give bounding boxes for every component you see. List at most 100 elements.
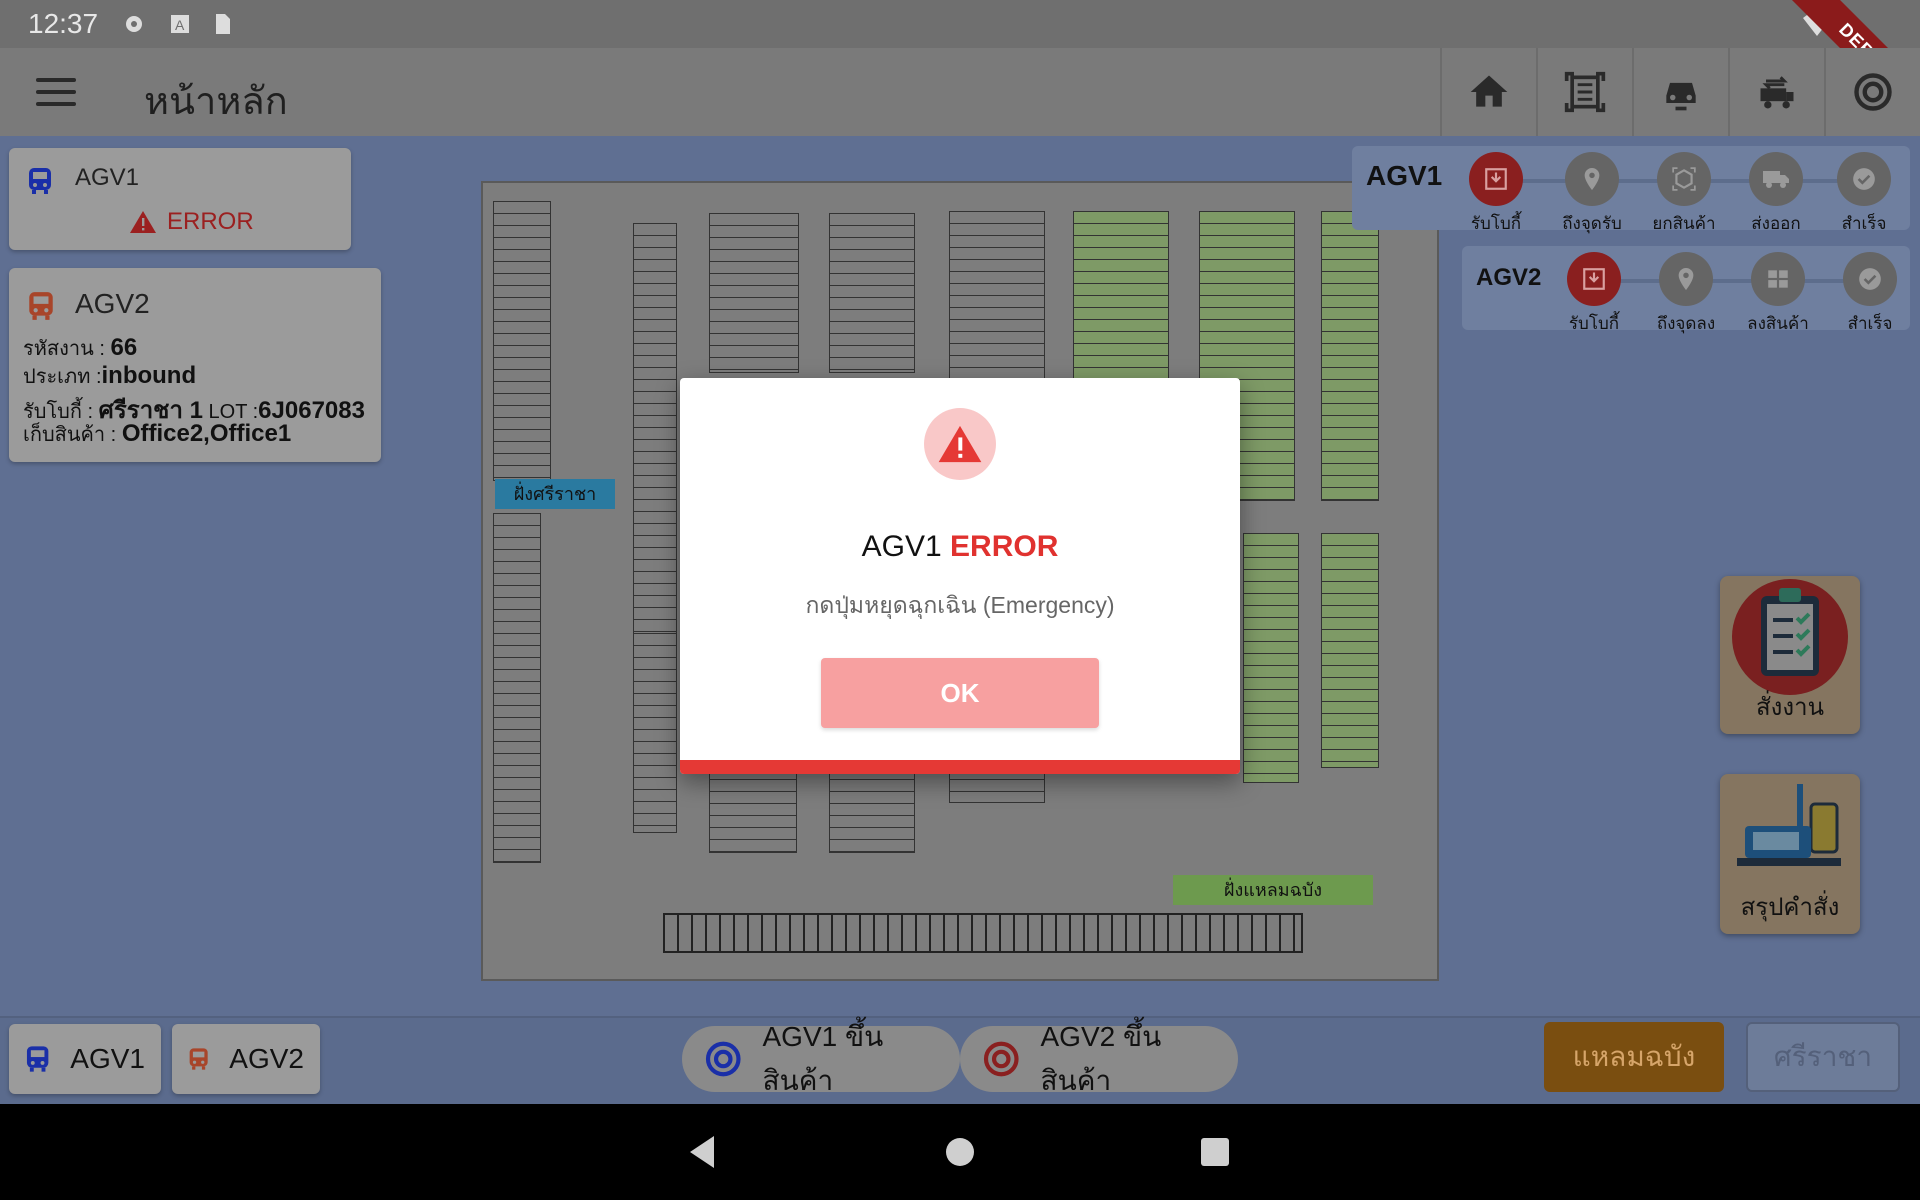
home-icon <box>1470 75 1508 107</box>
warning-icon <box>938 425 982 463</box>
home-nav-icon[interactable] <box>945 1134 975 1170</box>
agv2-step-arrive: ถึงจุดลง <box>1640 252 1732 337</box>
target-button[interactable] <box>1824 48 1920 136</box>
map-rack-left <box>493 201 551 481</box>
agv2-step-unload-label: ลงสินค้า <box>1747 314 1809 333</box>
agv1-step-done-label: สำเร็จ <box>1841 214 1887 233</box>
agv1-load-button[interactable]: AGV1 ขึ้นสินค้า <box>682 1021 960 1096</box>
agv1-step-ship-label: ส่งออก <box>1751 214 1801 233</box>
agv1-card-name: AGV1 <box>75 164 140 191</box>
location-pin-icon <box>1584 168 1600 190</box>
map-rack-204 <box>829 213 915 373</box>
status-bar: 12:37 A DEBUG <box>0 0 1920 131</box>
job-value: 66 <box>110 334 138 361</box>
truck-transfer-icon <box>1760 76 1794 109</box>
map-rack-212 <box>1321 211 1379 501</box>
ok-button[interactable]: OK <box>821 658 1099 728</box>
app-bar-actions <box>1440 48 1920 136</box>
map-rack-212-lower <box>1321 533 1379 768</box>
check-circle-icon <box>1859 268 1881 290</box>
map-rack-208 <box>1073 211 1169 391</box>
transfer-button[interactable] <box>1728 48 1824 136</box>
svg-text:A: A <box>175 17 185 33</box>
dialog-warning-badge <box>924 408 996 480</box>
agv2-bus-icon <box>189 1048 208 1070</box>
agv1-step-ship: ส่งออก <box>1730 152 1822 237</box>
warning-icon <box>130 211 156 233</box>
store-row: เก็บสินค้า : Office2,Office1 <box>23 418 291 450</box>
page-title: หน้าหลัก <box>144 81 288 123</box>
agv1-step-done: สำเร็จ <box>1818 152 1910 237</box>
agv1-step-arrive: ถึงจุดรับ <box>1546 152 1638 237</box>
map-zone-bottom: ฝั่งแหลมฉบัง <box>1173 875 1373 905</box>
document-scan-icon <box>1564 71 1606 113</box>
agv2-card[interactable]: AGV2 รหัสงาน : 66 ประเภท :inbound รับโบก… <box>9 268 381 462</box>
vehicle-button[interactable] <box>1632 48 1728 136</box>
site-laem-chabang-button[interactable]: แหลมฉบัง <box>1544 1022 1724 1092</box>
type-value: inbound <box>101 362 197 389</box>
font-icon: A <box>171 15 189 33</box>
download-box-icon <box>1583 268 1605 290</box>
location-pin-icon <box>1678 268 1694 290</box>
order-summary-label: สรุปคำสั่ง <box>1740 894 1840 921</box>
agv2-step-arrive-label: ถึงจุดลง <box>1656 314 1716 333</box>
order-summary-button[interactable]: สรุปคำสั่ง <box>1720 774 1860 934</box>
check-circle-icon <box>1853 168 1875 190</box>
agv2-step-done-label: สำเร็จ <box>1847 314 1893 333</box>
type-row: ประเภท :inbound <box>23 360 196 392</box>
clipboard-checklist-icon <box>1732 579 1848 695</box>
map-rack-206 <box>949 211 1045 391</box>
target-icon <box>983 1041 1019 1077</box>
site-sriracha-button[interactable]: ศรีราชา <box>1746 1022 1900 1092</box>
agv1-stepper: AGV1 รับโบกี้ ถึงจุดรับ ยกสินค้า ส่งออก … <box>1352 146 1910 233</box>
menu-icon[interactable] <box>36 78 76 106</box>
boxes-icon <box>1768 270 1788 288</box>
map-zone-left: ฝั่งศรีราชา <box>495 479 615 509</box>
map-rack-211 <box>1243 533 1299 783</box>
target-icon <box>705 1041 741 1077</box>
agv1-step-lift-label: ยกสินค้า <box>1652 214 1716 233</box>
agv2-step-unload: ลงสินค้า <box>1732 252 1824 337</box>
agv1-load-label: AGV1 ขึ้นสินค้า <box>762 1021 884 1096</box>
scan-button[interactable] <box>1536 48 1632 136</box>
agv2-bus-icon <box>29 292 53 320</box>
agv1-step-pickup-label: รับโบกี้ <box>1470 214 1522 233</box>
agv2-stepper-title: AGV2 <box>1476 264 1542 291</box>
dialog-message: กดปุ่มหยุดฉุกเฉิน (Emergency) <box>805 592 1115 618</box>
agv2-card-name: AGV2 <box>75 288 150 319</box>
status-time: 12:37 <box>28 8 99 39</box>
agv1-select-label: AGV1 <box>70 1043 145 1074</box>
agv2-select-label: AGV2 <box>229 1043 304 1074</box>
dialog-title-prefix: AGV1 <box>861 530 951 563</box>
assign-task-label: สั่งงาน <box>1756 694 1824 721</box>
agv1-card[interactable]: AGV1 ERROR <box>9 148 351 250</box>
agv1-bus-icon <box>29 168 51 194</box>
dialog-accent-stripe <box>680 760 1240 774</box>
home-button[interactable] <box>1440 48 1536 136</box>
agv1-stepper-title: AGV1 <box>1366 160 1443 191</box>
map-rack-202 <box>709 213 799 373</box>
map-rack-left-lower <box>493 513 541 863</box>
agv2-stepper: AGV2 รับโบกี้ ถึงจุดลง ลงสินค้า สำเร็จ <box>1462 246 1910 333</box>
map-rack-201-lower <box>633 633 677 833</box>
settings-icon <box>126 16 142 32</box>
back-icon[interactable] <box>686 1134 718 1170</box>
agv2-step-done: สำเร็จ <box>1824 252 1916 337</box>
agv2-select-button[interactable]: AGV2 <box>172 1024 320 1094</box>
download-box-icon <box>1485 168 1507 190</box>
recents-icon[interactable] <box>1200 1134 1230 1170</box>
agv2-load-button[interactable]: AGV2 ขึ้นสินค้า <box>960 1021 1238 1096</box>
job-label: รหัสงาน : <box>23 338 105 360</box>
dialog-title: AGV1 ERROR <box>680 530 1240 564</box>
agv1-error-status: ERROR <box>129 208 254 236</box>
agv1-select-button[interactable]: AGV1 <box>9 1024 161 1094</box>
dialog-title-status: ERROR <box>950 530 1059 563</box>
assign-task-button[interactable]: สั่งงาน <box>1720 576 1860 734</box>
map-dock-bottom <box>663 913 1303 953</box>
agv1-error-text: ERROR <box>167 208 254 235</box>
agv1-step-arrive-label: ถึงจุดรับ <box>1562 214 1622 233</box>
app-bar: หน้าหลัก <box>0 48 1920 136</box>
car-icon <box>1666 82 1696 111</box>
agv1-step-lift: ยกสินค้า <box>1638 152 1730 237</box>
agv1-step-pickup: รับโบกี้ <box>1450 152 1542 237</box>
